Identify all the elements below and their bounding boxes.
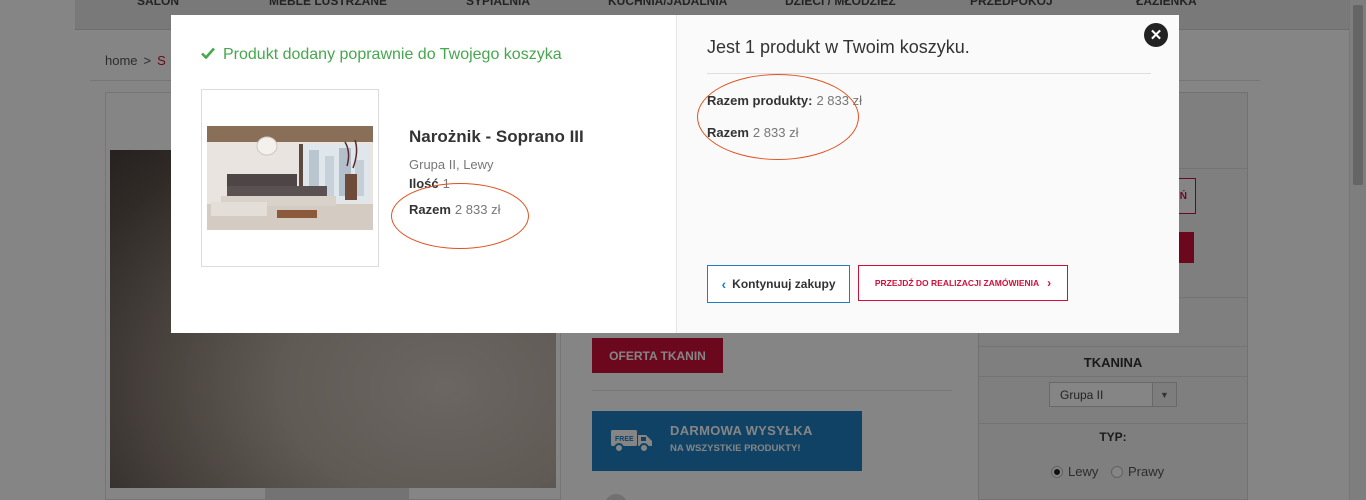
checkout-label: PRZEJDŹ DO REALIZACJI ZAMÓWIENIA	[874, 278, 1040, 288]
product-attributes: Grupa II, Lewy	[409, 157, 494, 172]
cart-confirmation-modal: Produkt dodany poprawnie do Twojego kosz…	[171, 15, 1179, 333]
success-message: Produkt dodany poprawnie do Twojego kosz…	[201, 46, 562, 64]
cart-summary-section: Jest 1 produkt w Twoim koszyku. Razem pr…	[676, 15, 1179, 333]
success-text: Produkt dodany poprawnie do Twojego kosz…	[223, 46, 562, 63]
checkout-button[interactable]: PRZEJDŹ DO REALIZACJI ZAMÓWIENIA ›	[858, 265, 1068, 301]
close-icon[interactable]: ✕	[1144, 23, 1168, 47]
added-product-section: Produkt dodany poprawnie do Twojego kosz…	[171, 15, 676, 333]
chevron-right-icon: ›	[1047, 276, 1052, 290]
product-name: Narożnik - Soprano III	[409, 127, 584, 146]
continue-shopping-label: Kontynuuj zakupy	[732, 277, 836, 291]
sofa-image	[207, 126, 373, 230]
continue-shopping-button[interactable]: ‹ Kontynuuj zakupy	[707, 265, 850, 303]
check-icon	[201, 46, 215, 64]
chevron-left-icon: ‹	[721, 276, 727, 292]
product-thumbnail	[201, 89, 379, 267]
annotation-circle-cart-totals	[697, 74, 859, 160]
annotation-circle-product-total	[391, 183, 529, 249]
cart-summary-title: Jest 1 produkt w Twoim koszyku.	[707, 37, 970, 57]
